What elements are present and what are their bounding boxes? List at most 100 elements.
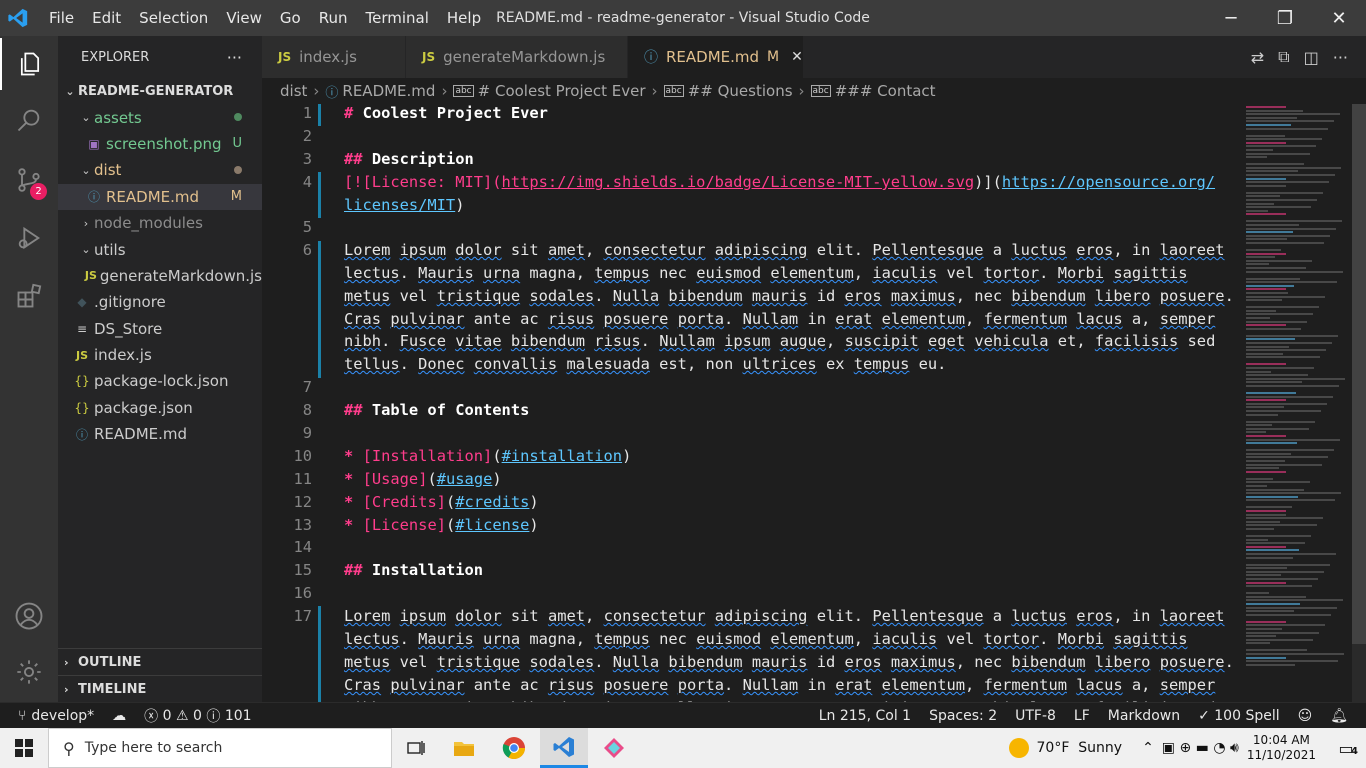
link-url[interactable]: https://img.shields.io/badge/License-MIT… — [502, 173, 975, 191]
minimap-line — [1246, 170, 1298, 173]
tree-item-assets[interactable]: ⌄ assets — [58, 104, 262, 130]
gitkraken-icon[interactable] — [590, 728, 638, 768]
tree-item-ds-store[interactable]: ≡ DS_Store — [58, 316, 262, 342]
minimap-line — [1246, 299, 1282, 302]
explorer-icon[interactable] — [0, 38, 58, 90]
tree-item-label: DS_Store — [94, 319, 163, 338]
toc-link[interactable]: #license — [455, 516, 529, 534]
chevron-up-icon[interactable]: ⌃ — [1142, 740, 1154, 756]
menu-run[interactable]: Run — [310, 0, 357, 36]
run-debug-icon[interactable] — [0, 212, 58, 264]
tree-item-package-json[interactable]: {} package.json — [58, 395, 262, 421]
tree-root-folder[interactable]: ⌄ README-GENERATOR — [58, 78, 262, 104]
task-view-icon[interactable] — [392, 728, 440, 768]
breadcrumb-item[interactable]: README.md — [342, 82, 435, 100]
tree-item-node-modules[interactable]: › node_modules — [58, 210, 262, 236]
scrollbar-thumb[interactable] — [1352, 104, 1366, 644]
restore-button[interactable]: ❐ — [1258, 0, 1312, 36]
minimap-line — [1246, 499, 1335, 502]
menu-view[interactable]: View — [217, 0, 271, 36]
menu-selection[interactable]: Selection — [130, 0, 217, 36]
breadcrumb-item[interactable]: ### Contact — [835, 82, 936, 100]
end-of-line[interactable]: LF — [1065, 708, 1099, 724]
vscode-taskbar-icon[interactable] — [540, 728, 588, 768]
info-file-icon: ⓘ — [87, 190, 100, 205]
toc-link[interactable]: #installation — [502, 447, 622, 465]
branch-indicator[interactable]: ⑂ develop* — [0, 708, 103, 724]
clock[interactable]: 10:04 AM 11/10/2021 — [1247, 733, 1316, 763]
code-editor[interactable]: 1 2 3 4 5 6 7 8 9 10 11 12 13 14 15 16 1… — [262, 104, 1366, 702]
menu-edit[interactable]: Edit — [83, 0, 130, 36]
tree-item-generatemarkdown[interactable]: JS generateMarkdown.js — [58, 263, 262, 289]
language-mode[interactable]: Markdown — [1099, 708, 1189, 724]
account-icon[interactable] — [0, 590, 58, 642]
menu-help[interactable]: Help — [438, 0, 490, 36]
minimap-line — [1246, 452, 1291, 455]
tree-item-package-lock[interactable]: {} package-lock.json — [58, 368, 262, 394]
windows-start-icon[interactable] — [0, 728, 48, 768]
link-url[interactable]: https://opensource.org/ — [1002, 173, 1215, 191]
minimap-line — [1246, 585, 1312, 588]
menu-go[interactable]: Go — [271, 0, 310, 36]
indentation[interactable]: Spaces: 2 — [920, 708, 1006, 724]
preview-icon[interactable]: ⧉ — [1278, 47, 1289, 67]
tab-readme[interactable]: ⓘ README.md M ✕ — [628, 36, 804, 78]
chrome-icon[interactable] — [490, 728, 538, 768]
open-changes-icon[interactable]: ⇄ — [1251, 48, 1264, 67]
vertical-scrollbar[interactable] — [1352, 104, 1366, 702]
info-file-icon: ⓘ — [644, 50, 658, 66]
file-explorer-icon[interactable] — [440, 728, 488, 768]
feedback-icon[interactable]: ☺ — [1289, 708, 1322, 724]
notification-center-icon[interactable]: ▭ 4 — [1326, 728, 1366, 768]
tree-item-gitignore[interactable]: ◆ .gitignore — [58, 289, 262, 315]
minimap-line — [1246, 392, 1296, 394]
close-tab-icon[interactable]: ✕ — [791, 49, 803, 65]
source-control-icon[interactable]: 2 — [0, 154, 58, 206]
more-actions-icon[interactable]: ··· — [227, 48, 242, 67]
toc-link[interactable]: #usage — [437, 470, 493, 488]
breadcrumb-item[interactable]: dist — [280, 82, 307, 100]
tree-item-screenshot[interactable]: ▣ screenshot.png U — [58, 131, 262, 157]
tree-item-utils[interactable]: ⌄ utils — [58, 236, 262, 262]
extensions-icon[interactable] — [0, 270, 58, 322]
taskbar-search[interactable]: ⚲ Type here to search — [48, 728, 392, 768]
more-actions-icon[interactable]: ··· — [1333, 48, 1348, 67]
encoding[interactable]: UTF-8 — [1006, 708, 1065, 724]
breadcrumb-item[interactable]: ## Questions — [688, 82, 793, 100]
sync-icon[interactable]: ☁ — [103, 708, 135, 724]
minimap-line — [1246, 367, 1314, 369]
activity-bar: 2 — [0, 36, 58, 702]
minimap-line — [1246, 656, 1286, 659]
outline-section[interactable]: › OUTLINE — [58, 649, 262, 675]
link-url[interactable]: licenses/MIT — [344, 196, 455, 214]
minimize-button[interactable]: ─ — [1204, 0, 1258, 36]
tree-item-dist-readme[interactable]: ⓘ README.md M — [58, 183, 262, 210]
tray-icons[interactable]: ▣ ⊕ ▬ ◔ 🔊︎ — [1162, 740, 1239, 756]
minimap[interactable] — [1242, 104, 1350, 702]
split-editor-icon[interactable]: ◫ — [1304, 48, 1319, 67]
close-window-button[interactable]: ✕ — [1312, 0, 1366, 36]
search-icon[interactable] — [0, 94, 58, 146]
problems-indicator[interactable]: ⓧ 0 ⚠ 0 ⓘ 101 — [135, 706, 260, 726]
tree-item-readme[interactable]: ⓘ README.md — [58, 421, 262, 447]
minimap-line — [1246, 134, 1285, 137]
menu-file[interactable]: File — [40, 0, 83, 36]
spell-checker[interactable]: ✓ 100 Spell — [1189, 708, 1289, 724]
timeline-section[interactable]: › TIMELINE — [58, 676, 262, 702]
tree-item-index-js[interactable]: JS index.js — [58, 342, 262, 368]
cursor-position[interactable]: Ln 215, Col 1 — [810, 708, 920, 724]
tree-item-dist[interactable]: ⌄ dist — [58, 157, 262, 183]
tab-index-js[interactable]: JS index.js — [262, 36, 406, 78]
breadcrumb-item[interactable]: # Coolest Project Ever — [478, 82, 646, 100]
weather-text[interactable]: 70°F Sunny — [1037, 740, 1123, 756]
gutter-change-bar — [318, 241, 321, 378]
status-dot-icon — [234, 110, 242, 125]
menu-terminal[interactable]: Terminal — [357, 0, 438, 36]
tab-generatemarkdown[interactable]: JS generateMarkdown.js — [406, 36, 628, 78]
toc-text: Credits — [371, 493, 437, 511]
minimap-line — [1246, 206, 1311, 209]
notifications-bell-icon[interactable]: 🔔︎ — [1321, 708, 1366, 724]
toc-link[interactable]: #credits — [455, 493, 529, 511]
heading-text: Installation — [371, 561, 484, 579]
settings-gear-icon[interactable] — [0, 646, 58, 698]
